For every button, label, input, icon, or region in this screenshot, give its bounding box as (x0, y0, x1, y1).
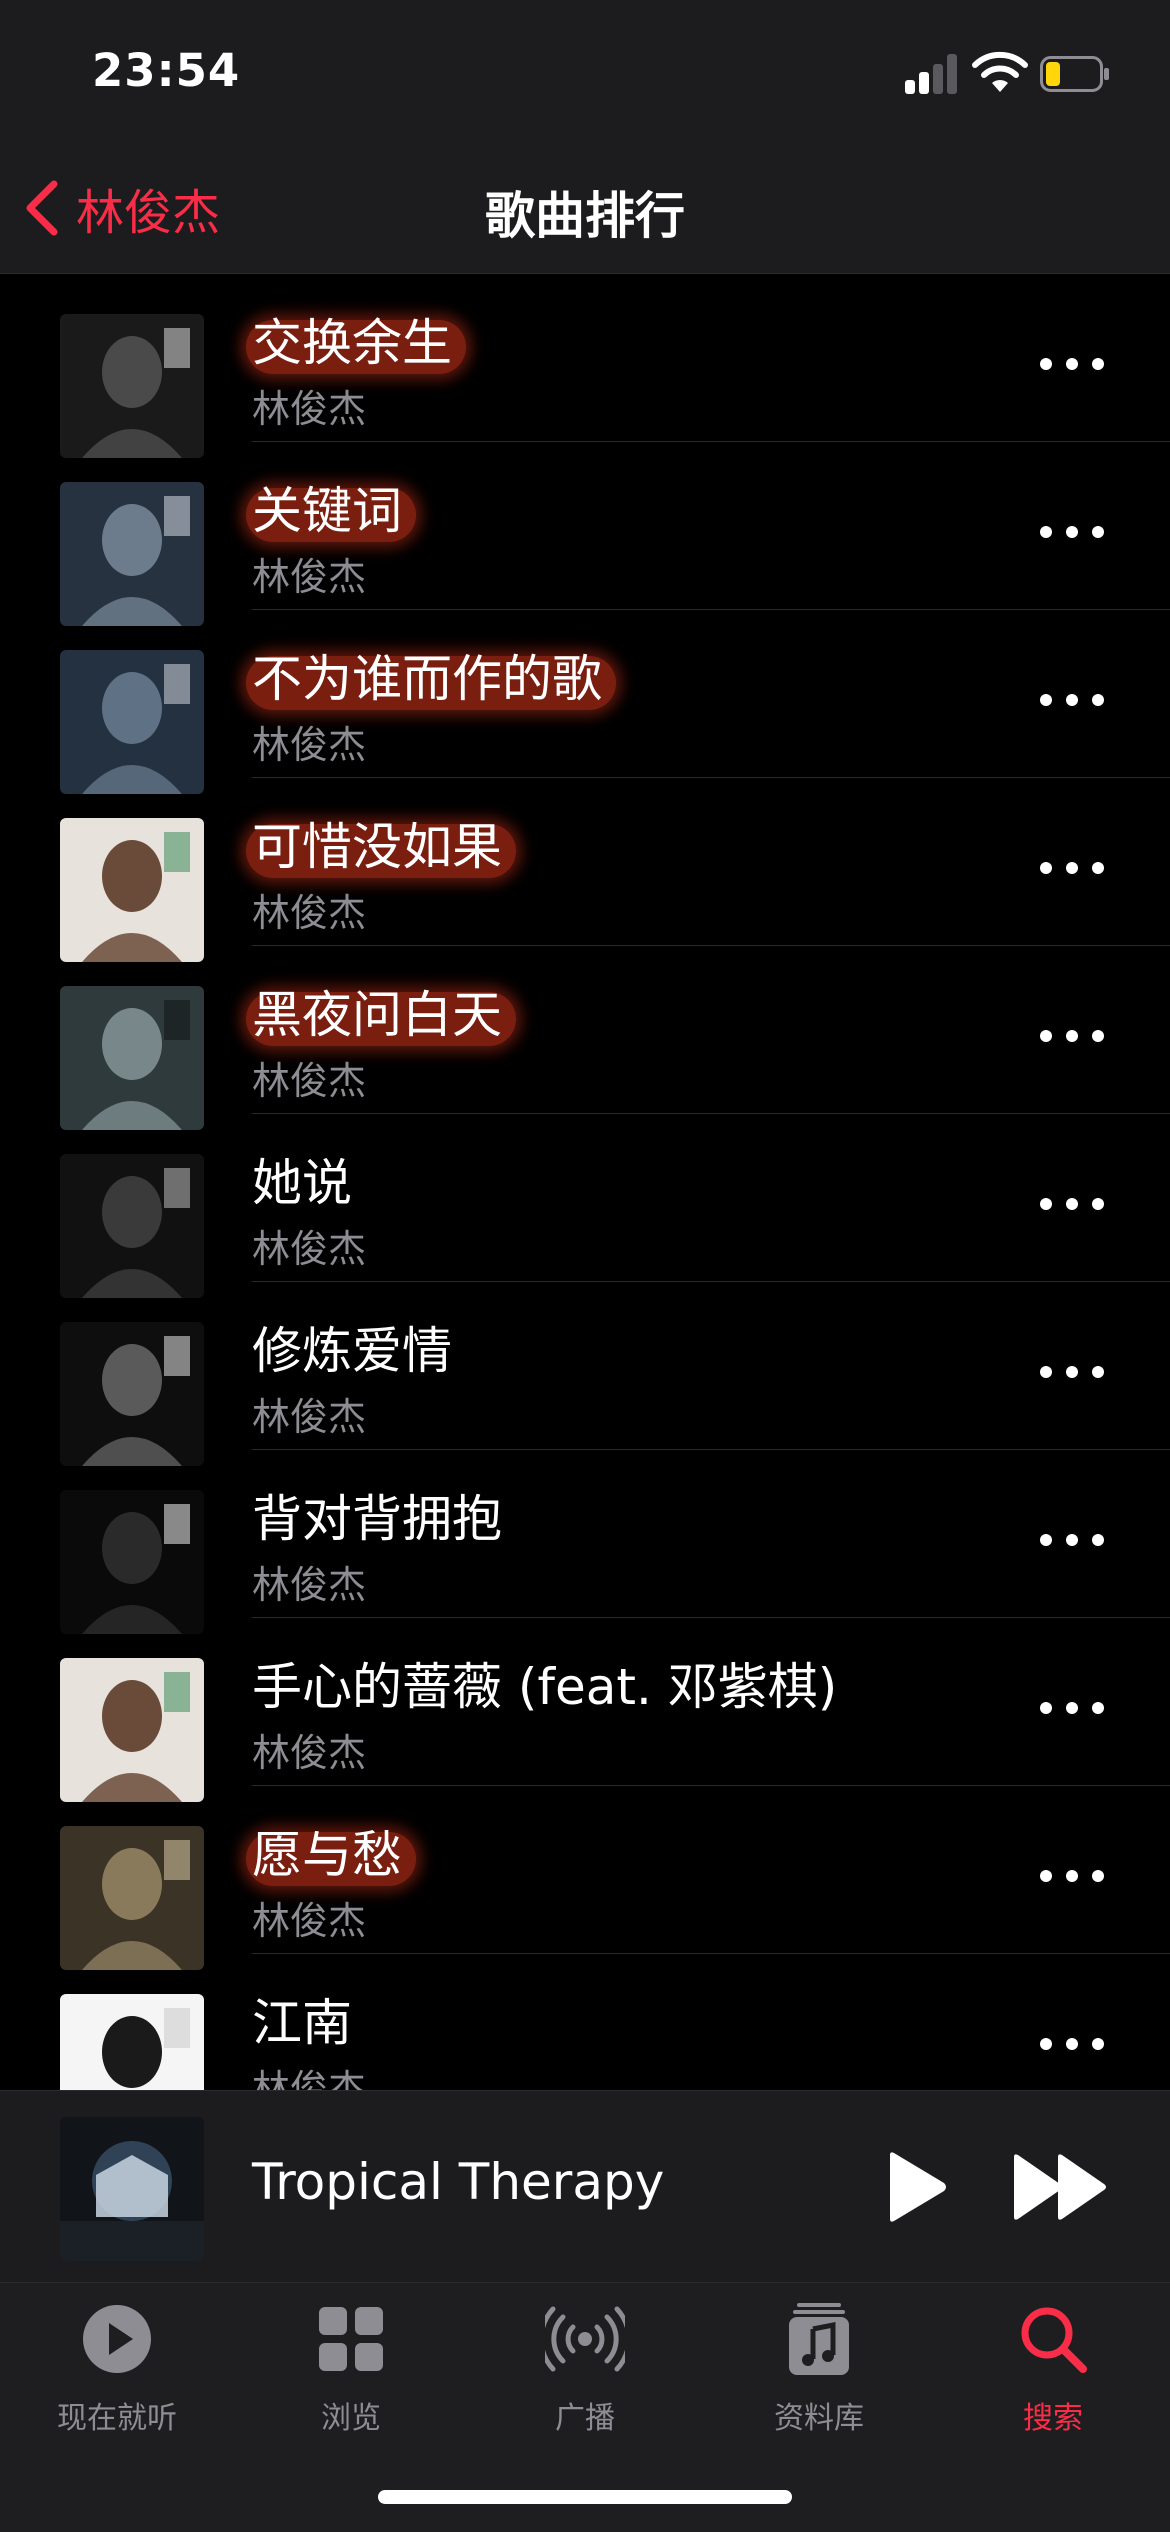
wifi-icon (972, 51, 1028, 92)
song-text: 关键词林俊杰 (246, 478, 1030, 601)
album-artwork (60, 986, 204, 1130)
album-artwork (60, 1154, 204, 1298)
song-artist: 林俊杰 (252, 555, 367, 599)
song-row[interactable]: 不为谁而作的歌林俊杰 (0, 610, 1170, 794)
radio-icon (545, 2306, 625, 2372)
song-text: 愿与愁林俊杰 (246, 1822, 1030, 1945)
song-text: 交换余生林俊杰 (246, 310, 1030, 433)
music-app-screen: 23:54 林俊杰 歌曲排行 交换余生 林俊杰 关键词 林俊杰 不为谁而作的歌 林俊杰 (0, 0, 1170, 2532)
song-title: 修炼爱情 (252, 1322, 452, 1380)
tab-search[interactable]: 搜索 (936, 2299, 1170, 2449)
album-artwork (60, 818, 204, 962)
song-text: 背对背拥抱 林俊杰 (252, 1486, 1030, 1609)
home-indicator (378, 2490, 792, 2504)
tab-listen-now[interactable]: 现在就听 (0, 2299, 234, 2449)
song-title: 手心的蔷薇 (feat. 邓紫棋) (252, 1658, 838, 1716)
tab-library[interactable]: 资料库 (702, 2299, 936, 2449)
more-options-icon[interactable] (1040, 694, 1104, 714)
battery-icon (1040, 56, 1109, 92)
status-time: 23:54 (92, 44, 241, 97)
tab-label: 资料库 (774, 2401, 864, 2436)
song-row[interactable]: 她说 林俊杰 (0, 1114, 1170, 1298)
play-circle-icon (83, 2305, 151, 2373)
album-artwork (60, 1826, 204, 1970)
song-artist: 林俊杰 (252, 1395, 367, 1439)
song-row[interactable]: 愿与愁林俊杰 (0, 1786, 1170, 1970)
more-options-icon[interactable] (1040, 526, 1104, 546)
song-row[interactable]: 手心的蔷薇 (feat. 邓紫棋) 林俊杰 (0, 1618, 1170, 1802)
song-artist: 林俊杰 (252, 723, 367, 767)
song-title: 黑夜问白天 (246, 982, 516, 1048)
song-artist: 林俊杰 (252, 1563, 367, 1607)
album-artwork (60, 314, 204, 458)
song-title: 她说 (252, 1154, 352, 1212)
song-row[interactable]: 修炼爱情 林俊杰 (0, 1282, 1170, 1466)
top-songs-list[interactable]: 交换余生 林俊杰 关键词 林俊杰 不为谁而作的歌 林俊杰 可惜没如果 林俊杰 黑夜问白天 林俊杰她… (0, 274, 1170, 2090)
song-text: 可惜没如果林俊杰 (246, 814, 1030, 937)
song-artist: 林俊杰 (252, 1899, 367, 1943)
song-row[interactable]: 黑夜问白天林俊杰 (0, 946, 1170, 1130)
song-row[interactable]: 江南 林俊杰 (0, 1954, 1170, 2090)
status-bar: 23:54 (0, 0, 1170, 150)
page-title: 歌曲排行 (485, 187, 685, 245)
album-artwork (60, 1490, 204, 1634)
song-artist: 林俊杰 (252, 1227, 367, 1271)
song-title: 关键词 (246, 478, 416, 544)
song-text: 她说 林俊杰 (252, 1150, 1030, 1273)
song-title: 可惜没如果 (246, 814, 516, 880)
song-title: 愿与愁 (246, 1822, 416, 1888)
tab-label: 搜索 (1023, 2401, 1083, 2436)
song-row[interactable]: 背对背拥抱 林俊杰 (0, 1450, 1170, 1634)
mini-player[interactable]: Tropical Therapy (0, 2090, 1170, 2282)
song-text: 不为谁而作的歌林俊杰 (246, 646, 1030, 769)
more-options-icon[interactable] (1040, 1534, 1104, 1554)
song-text: 手心的蔷薇 (feat. 邓紫棋) 林俊杰 (252, 1654, 1030, 1777)
song-title: 江南 (252, 1994, 352, 2052)
song-artist: 林俊杰 (252, 891, 367, 935)
song-title: 背对背拥抱 (252, 1490, 502, 1548)
song-text: 修炼爱情 林俊杰 (252, 1318, 1030, 1441)
cellular-signal-icon (905, 54, 959, 94)
song-title: 交换余生 (246, 310, 466, 376)
song-text: 黑夜问白天林俊杰 (246, 982, 1030, 1105)
more-options-icon[interactable] (1040, 1870, 1104, 1890)
song-row[interactable]: 关键词林俊杰 (0, 442, 1170, 626)
more-options-icon[interactable] (1040, 2038, 1104, 2058)
more-options-icon[interactable] (1040, 358, 1104, 378)
tab-label: 现在就听 (57, 2401, 177, 2436)
now-playing-title: Tropical Therapy (252, 2153, 665, 2211)
song-title: 不为谁而作的歌 (246, 646, 616, 712)
tab-browse[interactable]: 浏览 (234, 2299, 468, 2449)
album-artwork (60, 650, 204, 794)
more-options-icon[interactable] (1040, 862, 1104, 882)
song-row[interactable]: 交换余生林俊杰 (0, 274, 1170, 458)
now-playing-artwork (60, 2117, 204, 2261)
fast-forward-icon[interactable] (1010, 2151, 1110, 2223)
song-artist: 林俊杰 (252, 387, 367, 431)
tab-radio[interactable]: 广播 (468, 2299, 702, 2449)
navigation-bar: 林俊杰 歌曲排行 (0, 150, 1170, 274)
more-options-icon[interactable] (1040, 1030, 1104, 1050)
more-options-icon[interactable] (1040, 1198, 1104, 1218)
song-artist: 林俊杰 (252, 1059, 367, 1103)
play-icon[interactable] (880, 2149, 950, 2225)
song-artist: 林俊杰 (252, 2067, 367, 2090)
album-artwork (60, 1322, 204, 1466)
album-artwork (60, 1658, 204, 1802)
song-text: 江南 林俊杰 (252, 1990, 1030, 2090)
grid-icon (319, 2307, 383, 2371)
more-options-icon[interactable] (1040, 1702, 1104, 1722)
album-artwork (60, 1994, 204, 2090)
album-artwork (60, 482, 204, 626)
music-library-icon (789, 2303, 849, 2375)
tab-label: 广播 (555, 2401, 615, 2436)
song-artist: 林俊杰 (252, 1731, 367, 1775)
song-row[interactable]: 可惜没如果林俊杰 (0, 778, 1170, 962)
more-options-icon[interactable] (1040, 1366, 1104, 1386)
tab-label: 浏览 (321, 2401, 381, 2436)
search-icon (1021, 2307, 1087, 2373)
